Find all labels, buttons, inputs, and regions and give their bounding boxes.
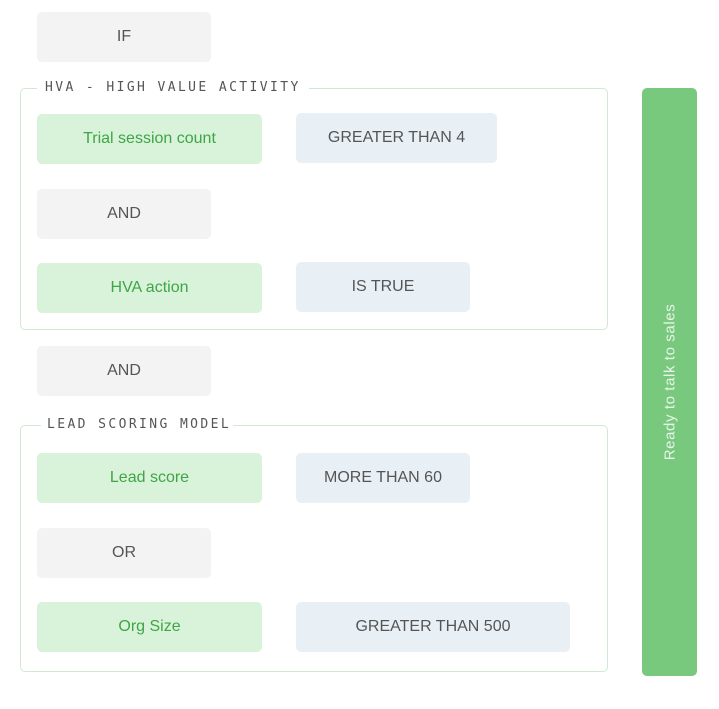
field-label: HVA action	[110, 279, 189, 296]
field-chip-org-size[interactable]: Org Size	[37, 602, 262, 652]
condition-chip-is-true[interactable]: IS TRUE	[296, 262, 470, 312]
field-label: Lead score	[109, 469, 190, 486]
field-chip-hva-action[interactable]: HVA action	[37, 263, 262, 313]
or-operator-chip[interactable]: OR	[37, 528, 211, 578]
lead-scoring-group-title: LEAD SCORING MODEL	[41, 416, 234, 434]
result-label: Ready to talk to sales	[661, 303, 678, 461]
operator-label: OR	[112, 544, 136, 561]
condition-label: MORE THAN 60	[324, 469, 442, 486]
condition-chip-more-than-60[interactable]: MORE THAN 60	[296, 453, 470, 503]
between-groups-and-operator-chip[interactable]: AND	[37, 346, 211, 396]
condition-label: IS TRUE	[351, 278, 415, 295]
if-operator-label: IF	[116, 28, 132, 45]
operator-label: AND	[107, 362, 141, 379]
hva-group-title: HVA - HIGH VALUE ACTIVITY	[37, 79, 309, 97]
field-label: Trial session count	[83, 130, 216, 147]
field-chip-trial-session-count[interactable]: Trial session count	[37, 114, 262, 164]
condition-label: GREATER THAN 4	[327, 129, 466, 146]
field-chip-lead-score[interactable]: Lead score	[37, 453, 262, 503]
and-operator-chip[interactable]: AND	[37, 189, 211, 239]
field-label: Org Size	[118, 618, 181, 635]
condition-label: GREATER THAN 500	[355, 618, 511, 635]
result-outcome-bar[interactable]: Ready to talk to sales	[642, 88, 697, 676]
condition-chip-greater-than-4[interactable]: GREATER THAN 4	[296, 113, 497, 163]
operator-label: AND	[107, 205, 141, 222]
condition-chip-greater-than-500[interactable]: GREATER THAN 500	[296, 602, 570, 652]
if-operator-chip[interactable]: IF	[37, 12, 211, 62]
